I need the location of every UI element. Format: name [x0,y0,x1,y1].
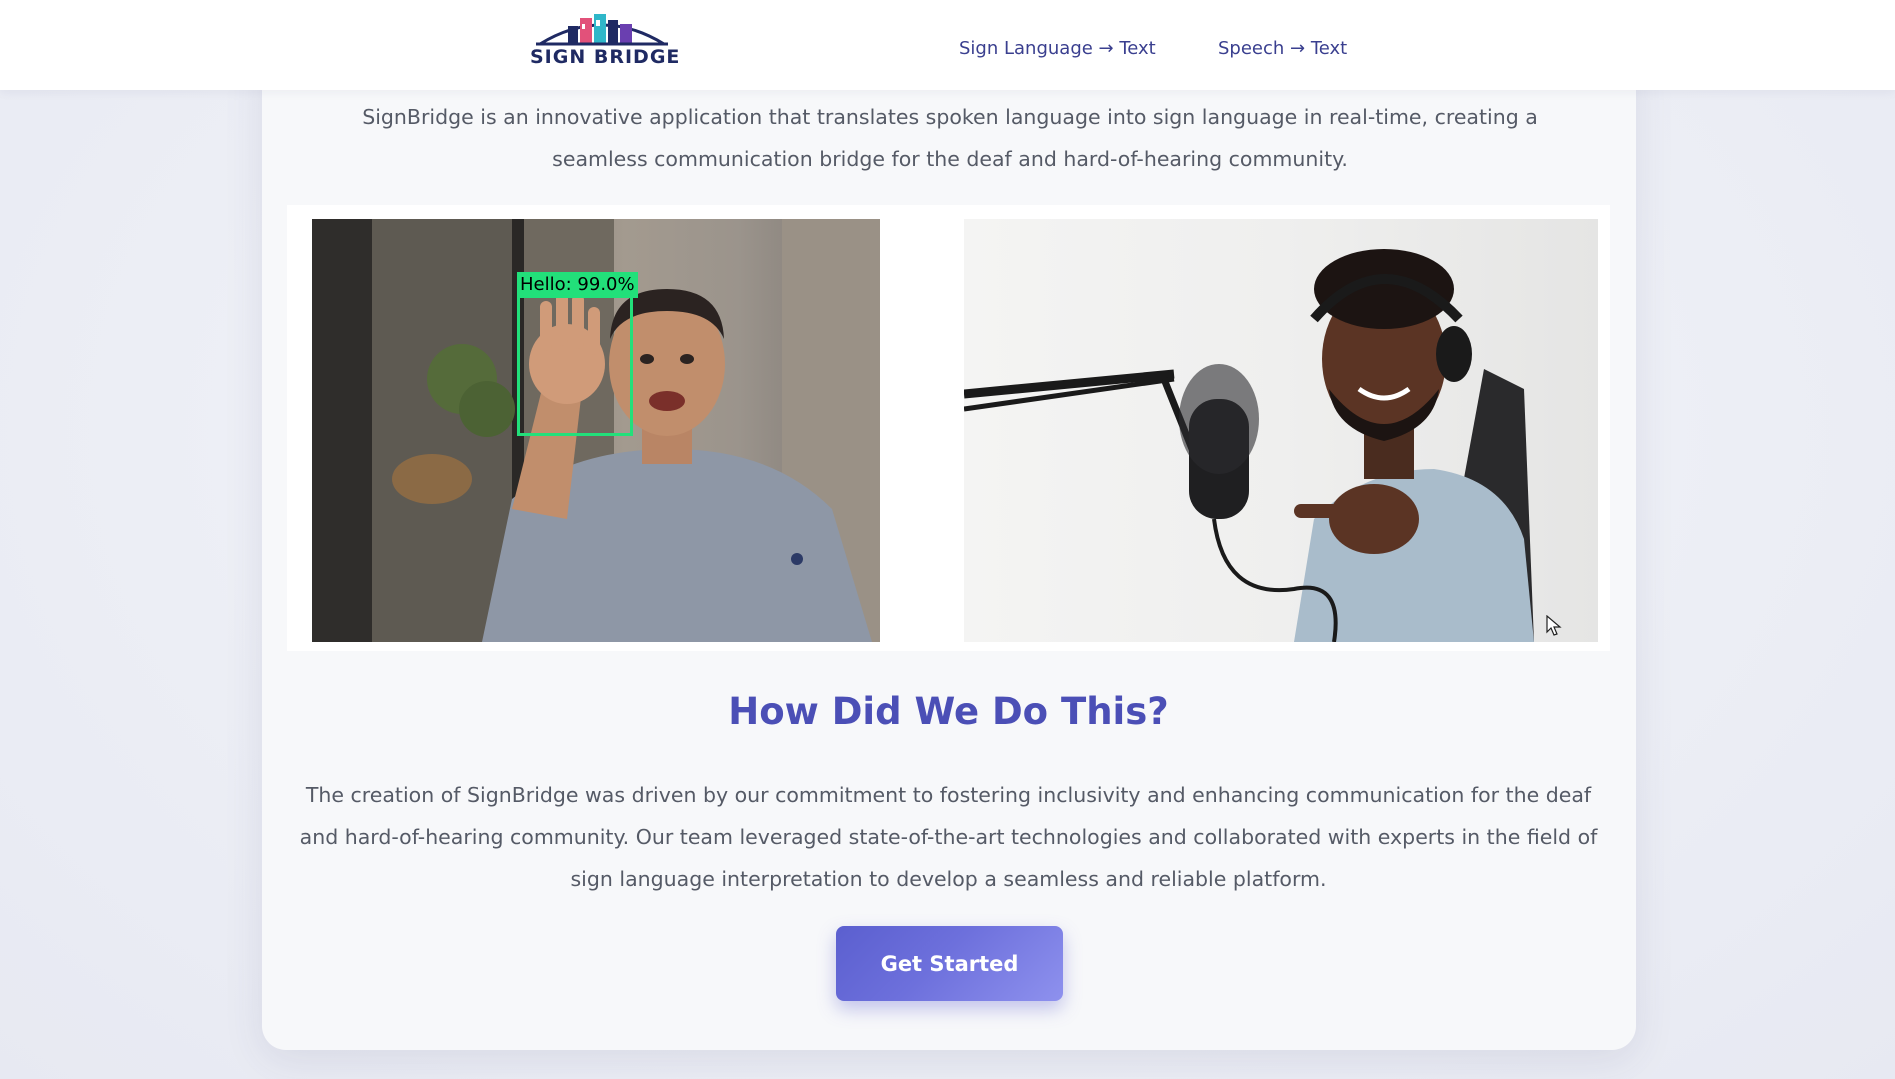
logo-wordmark: SIGN BRIDGE [530,46,681,68]
hand-detection-box [517,295,633,436]
section-body-paragraph: The creation of SignBridge was driven by… [299,783,1598,891]
detection-label: Hello: 99.0% [517,272,638,298]
mouse-pointer-icon [1546,615,1562,636]
intro-paragraph: SignBridge is an innovative application … [362,105,1538,171]
top-navigation-bar: SIGN BRIDGE Sign Language → Text Speech … [0,0,1895,90]
skyline-logo-icon [536,14,668,46]
nav-sign-language-to-text[interactable]: Sign Language → Text [959,38,1156,59]
nav-speech-to-text[interactable]: Speech → Text [1218,38,1347,59]
man-speaking-into-microphone-illustration [964,249,1534,642]
get-started-button[interactable]: Get Started [836,926,1063,1001]
sign-bridge-logo[interactable]: SIGN BRIDGE [530,8,681,72]
section-title: How Did We Do This? [728,690,1169,733]
speech-podcast-photo [964,219,1598,642]
